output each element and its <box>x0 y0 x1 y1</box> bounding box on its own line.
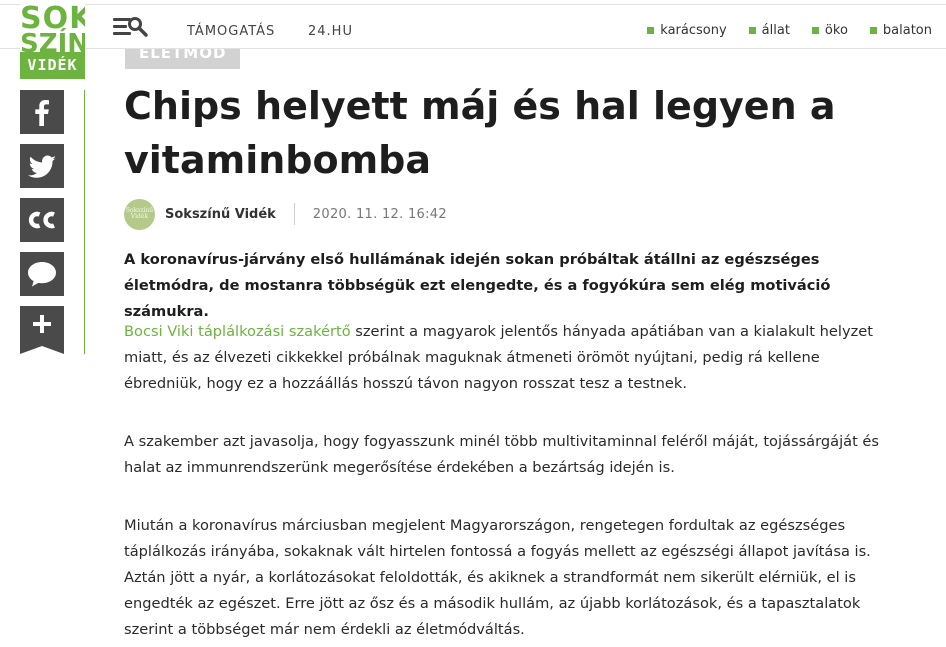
search-icon <box>128 17 148 37</box>
tag-bullet <box>811 27 819 34</box>
sidebar-divider <box>84 90 85 354</box>
nav-link-24hu[interactable]: 24.HU <box>308 24 353 39</box>
share-twitter-button[interactable] <box>20 144 64 188</box>
author-name[interactable]: Sokszínű Vidék <box>165 207 276 222</box>
tag-allat[interactable]: állat <box>748 23 790 38</box>
comment-button[interactable] <box>20 252 64 296</box>
site-logo[interactable]: SOK SZÍNŰ VIDÉK <box>20 4 85 79</box>
logo-videk: VIDÉK <box>20 52 85 79</box>
article-paragraph-1: Bocsi Viki táplálkozási szakértő szerint… <box>124 319 902 397</box>
meta-divider <box>293 203 295 225</box>
tag-bullet <box>647 27 655 34</box>
facebook-icon <box>35 100 49 126</box>
plus-icon <box>20 306 64 354</box>
tag-karacsony[interactable]: karácsony <box>647 23 727 38</box>
comment-icon <box>28 262 56 287</box>
nav-link-tamogatas[interactable]: TÁMOGATÁS <box>187 24 275 39</box>
tag-label: balaton <box>882 23 932 38</box>
share-cc-button[interactable] <box>20 198 64 242</box>
article-title: Chips helyett máj és hal legyen a vitami… <box>124 84 836 182</box>
article-paragraph-3: Miután a koronavírus márciusban megjelen… <box>124 517 871 638</box>
tag-label: karácsony <box>660 23 727 38</box>
expert-link[interactable]: Bocsi Viki táplálkozási szakértő <box>124 323 351 340</box>
cc-icon <box>28 211 55 229</box>
site-header: TÁMOGATÁS 24.HU karácsony állat öko bala… <box>0 5 946 49</box>
tag-list: karácsony állat öko balaton <box>647 23 932 38</box>
author-avatar[interactable]: Sokszínű Vidék <box>124 198 155 230</box>
logo-line-2: SZÍNŰ <box>20 29 85 53</box>
article-meta: Sokszínű Vidék Sokszínű Vidék 2020. 11. … <box>124 198 447 230</box>
twitter-icon <box>28 155 56 178</box>
article-paragraph-2: A szakember azt javasolja, hogy fogyassz… <box>124 433 880 476</box>
tag-balaton[interactable]: balaton <box>869 23 932 38</box>
tag-label: állat <box>761 23 790 38</box>
tag-bullet <box>869 27 877 34</box>
tag-label: öko <box>824 23 848 38</box>
menu-search-button[interactable] <box>113 16 151 40</box>
more-share-button[interactable] <box>20 306 64 354</box>
logo-wordmark: SOK SZÍNŰ <box>20 4 85 52</box>
share-facebook-button[interactable] <box>20 90 64 134</box>
publish-date: 2020. 11. 12. 16:42 <box>312 206 447 222</box>
hamburger-bar <box>113 25 127 28</box>
tag-oko[interactable]: öko <box>811 23 848 38</box>
article-lead: A koronavírus-járvány első hullámának id… <box>124 251 831 320</box>
tag-bullet <box>748 27 756 34</box>
